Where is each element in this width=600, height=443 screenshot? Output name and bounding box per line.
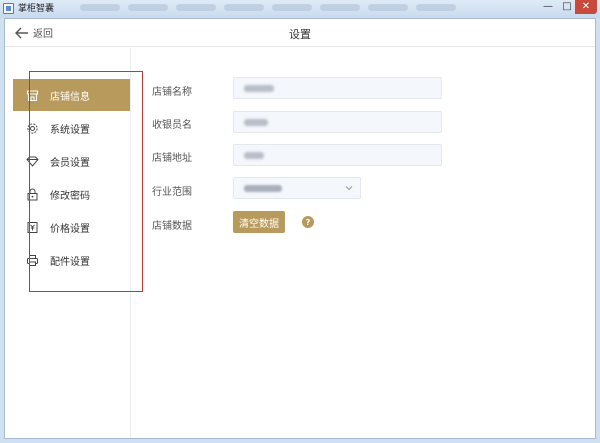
sidebar-item-label: 配件设置 [50,256,90,268]
window-title-bar: 掌柜智囊 — □ ✕ [0,0,600,18]
sidebar-item-system-settings[interactable]: 系统设置 [13,112,130,144]
diamond-icon [26,155,39,168]
store-name-label: 店铺名称 [152,87,192,98]
store-address-input[interactable] [233,144,442,166]
industry-label: 行业范围 [152,187,192,198]
store-icon [26,89,39,102]
sidebar-item-change-password[interactable]: 修改密码 [13,178,130,210]
sidebar-item-label: 价格设置 [50,223,90,235]
redacted-value [244,151,264,159]
chevron-down-icon [345,186,353,191]
page-title: 设置 [289,28,311,41]
help-icon[interactable]: ? [302,216,314,228]
gear-icon [26,122,39,135]
close-button[interactable]: ✕ [575,0,597,14]
page-header: 返回 设置 [5,19,595,47]
cashier-name-input[interactable] [233,111,442,133]
sidebar-item-accessory-settings[interactable]: 配件设置 [13,244,130,276]
redacted-value [244,184,282,192]
redacted-value [244,118,268,126]
sidebar-item-price-settings[interactable]: 价格设置 [13,211,130,243]
store-name-input[interactable] [233,77,442,99]
sidebar-item-label: 修改密码 [50,190,90,202]
clear-data-button[interactable]: 清空数据 [233,211,285,233]
store-data-label: 店铺数据 [152,221,192,232]
sidebar-item-member-settings[interactable]: 会员设置 [13,145,130,177]
blurred-taskbar-tabs [80,4,456,11]
sidebar-item-store-info[interactable]: 店铺信息 [13,79,130,111]
sidebar-item-label: 会员设置 [50,157,90,169]
lock-icon [26,188,39,201]
price-tag-icon [26,221,39,234]
app-icon [3,3,14,14]
store-address-label: 店铺地址 [152,153,192,164]
redacted-value [244,84,274,92]
printer-icon [26,254,39,267]
settings-sidebar: 店铺信息 系统设置 会员设置 修改密码 价格设置 配件设置 [5,48,131,438]
sidebar-item-label: 店铺信息 [50,91,90,103]
industry-select[interactable] [233,177,361,199]
app-client-area: 返回 设置 店铺信息 系统设置 会员设置 修改密码 价格设置 配件设置 店铺名称… [4,18,596,439]
cashier-name-label: 收银员名 [152,120,192,131]
window-title: 掌柜智囊 [18,4,55,14]
sidebar-item-label: 系统设置 [50,124,90,136]
